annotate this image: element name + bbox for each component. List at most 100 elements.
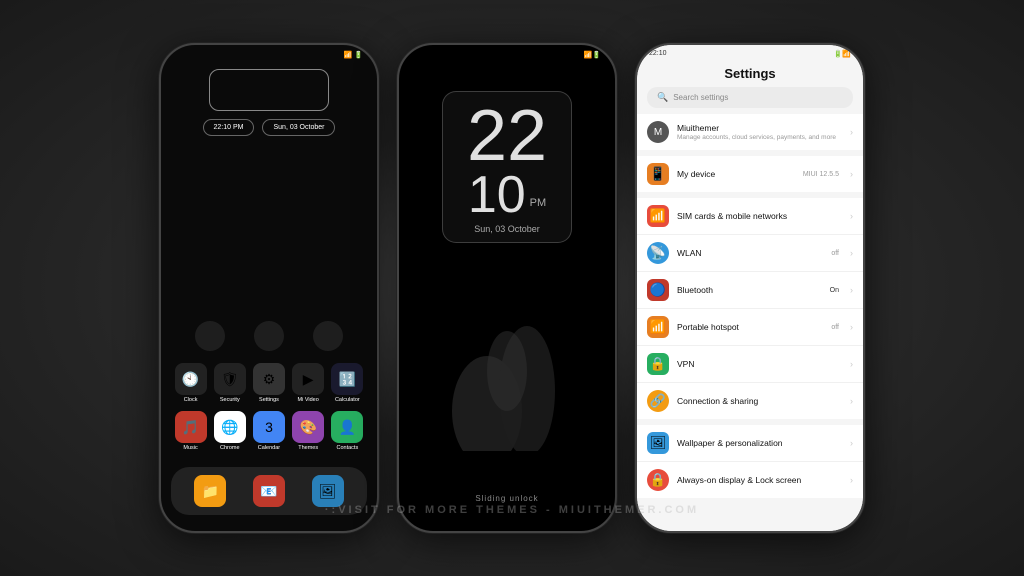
app-music[interactable]: 🎵 Music bbox=[173, 411, 209, 451]
avatar-miuithemer: M bbox=[647, 121, 669, 143]
status-icons: 📶🔋 bbox=[344, 51, 363, 59]
settings-list: M Miuithemer Manage accounts, cloud serv… bbox=[637, 114, 863, 531]
calendar-icon: 3 bbox=[253, 411, 285, 443]
phone-settings: 22:10 🔋📶 Settings 🔍 Search settings M Mi… bbox=[635, 43, 865, 533]
lock-unlock-label: Sliding unlock bbox=[475, 494, 538, 503]
mydevice-title: My device bbox=[677, 169, 795, 179]
widget-time: 22:10 PM bbox=[203, 119, 255, 136]
settings-item-bluetooth[interactable]: 🔵 Bluetooth On › bbox=[637, 272, 863, 309]
alwayson-icon: 🔒 bbox=[647, 469, 669, 491]
app-grid: 🕙 Clock 🛡 Security ⚙ Settings ▶ Mi Video bbox=[161, 363, 377, 451]
app-themes[interactable]: 🎨 Themes bbox=[290, 411, 326, 451]
chevron-hotspot: › bbox=[850, 322, 853, 332]
wlan-icon: 📡 bbox=[647, 242, 669, 264]
app-themes-label: Themes bbox=[298, 445, 318, 451]
alwayson-text: Always-on display & Lock screen bbox=[677, 475, 853, 485]
clock-date: Sun, 03 October bbox=[474, 225, 540, 234]
sim-text: SIM cards & mobile networks bbox=[677, 211, 853, 221]
deco-circle-2 bbox=[254, 321, 284, 351]
app-clock-label: Clock bbox=[184, 397, 198, 403]
lock-clock: 22 10 PM Sun, 03 October bbox=[442, 91, 572, 243]
dock-app-2[interactable]: 📧 bbox=[251, 475, 287, 507]
dock-icon-1: 📁 bbox=[194, 475, 226, 507]
phone-lockscreen: 📶🔋 22 10 PM Sun, 03 October bbox=[397, 43, 617, 533]
status-bar-home: 📶🔋 bbox=[161, 45, 377, 61]
settings-item-alwayson[interactable]: 🔒 Always-on display & Lock screen › bbox=[637, 462, 863, 498]
wallpaper-title: Wallpaper & personalization bbox=[677, 438, 853, 448]
clock-min-row: 10 PM bbox=[468, 169, 546, 221]
chevron-wlan: › bbox=[850, 248, 853, 258]
wallpaper-icon: 🖼 bbox=[647, 432, 669, 454]
chevron-vpn: › bbox=[850, 359, 853, 369]
deco-circle-3 bbox=[313, 321, 343, 351]
app-chrome[interactable]: 🌐 Chrome bbox=[212, 411, 248, 451]
vpn-text: VPN bbox=[677, 359, 853, 369]
settings-item-connection[interactable]: 🔗 Connection & sharing › bbox=[637, 383, 863, 419]
app-chrome-label: Chrome bbox=[220, 445, 240, 451]
widget-top-box bbox=[209, 69, 329, 111]
dock-icon-2: 📧 bbox=[253, 475, 285, 507]
settings-section-personalization: 🖼 Wallpaper & personalization › 🔒 Always… bbox=[637, 425, 863, 498]
dock-app-3[interactable]: 🖼 bbox=[310, 475, 346, 507]
dock-app-1[interactable]: 📁 bbox=[192, 475, 228, 507]
app-security-label: Security bbox=[220, 397, 240, 403]
app-security[interactable]: 🛡 Security bbox=[212, 363, 248, 403]
watermark-text: ·:VISIT FOR MORE THEMES - MIUITHEMER.COM bbox=[325, 504, 699, 516]
dock-icon-3: 🖼 bbox=[312, 475, 344, 507]
settings-item-sim[interactable]: 📶 SIM cards & mobile networks › bbox=[637, 198, 863, 235]
settings-section-device: 📱 My device MIUI 12.5.5 › bbox=[637, 156, 863, 192]
sim-icon: 📶 bbox=[647, 205, 669, 227]
sim-title: SIM cards & mobile networks bbox=[677, 211, 853, 221]
mydevice-badge: MIUI 12.5.5 bbox=[803, 171, 839, 178]
connection-text: Connection & sharing bbox=[677, 396, 853, 406]
mydevice-text: My device bbox=[677, 169, 795, 179]
settings-item-mydevice[interactable]: 📱 My device MIUI 12.5.5 › bbox=[637, 156, 863, 192]
connection-title: Connection & sharing bbox=[677, 396, 853, 406]
settings-item-wlan[interactable]: 📡 WLAN off › bbox=[637, 235, 863, 272]
app-calculator[interactable]: 🔢 Calculator bbox=[329, 363, 365, 403]
settings-section-connectivity: 📶 SIM cards & mobile networks › 📡 WLAN o… bbox=[637, 198, 863, 419]
settings-icon: ⚙ bbox=[253, 363, 285, 395]
music-icon: 🎵 bbox=[175, 411, 207, 443]
app-clock[interactable]: 🕙 Clock bbox=[173, 363, 209, 403]
app-settings[interactable]: ⚙ Settings bbox=[251, 363, 287, 403]
wlan-badge: off bbox=[831, 250, 839, 257]
search-placeholder: Search settings bbox=[673, 93, 728, 102]
settings-search-bar[interactable]: 🔍 Search settings bbox=[647, 87, 853, 108]
app-music-label: Music bbox=[183, 445, 197, 451]
settings-item-wallpaper[interactable]: 🖼 Wallpaper & personalization › bbox=[637, 425, 863, 462]
security-icon: 🛡 bbox=[214, 363, 246, 395]
hotspot-title: Portable hotspot bbox=[677, 322, 823, 332]
widget-time-row: 22:10 PM Sun, 03 October bbox=[203, 119, 336, 136]
themes-icon: 🎨 bbox=[292, 411, 324, 443]
deco-circle-1 bbox=[195, 321, 225, 351]
app-calculator-label: Calculator bbox=[335, 397, 360, 403]
vpn-icon: 🔒 bbox=[647, 353, 669, 375]
settings-item-hotspot[interactable]: 📶 Portable hotspot off › bbox=[637, 309, 863, 346]
app-settings-label: Settings bbox=[259, 397, 279, 403]
app-mivideo-label: Mi Video bbox=[298, 397, 319, 403]
deco-circles bbox=[161, 321, 377, 351]
status-bar-lock: 📶🔋 bbox=[399, 45, 615, 61]
clock-minute: 10 bbox=[468, 169, 526, 221]
miuithemer-text: Miuithemer Manage accounts, cloud servic… bbox=[677, 123, 853, 141]
connection-icon: 🔗 bbox=[647, 390, 669, 412]
app-mivideo[interactable]: ▶ Mi Video bbox=[290, 363, 326, 403]
settings-item-vpn[interactable]: 🔒 VPN › bbox=[637, 346, 863, 383]
bluetooth-icon: 🔵 bbox=[647, 279, 669, 301]
search-icon: 🔍 bbox=[657, 92, 668, 103]
settings-item-miuithemer[interactable]: M Miuithemer Manage accounts, cloud serv… bbox=[637, 114, 863, 150]
lock-status-icons: 📶🔋 bbox=[584, 51, 601, 59]
app-contacts-label: Contacts bbox=[336, 445, 358, 451]
app-contacts[interactable]: 👤 Contacts bbox=[329, 411, 365, 451]
app-calendar[interactable]: 3 Calendar bbox=[251, 411, 287, 451]
settings-status-bar: 22:10 🔋📶 bbox=[637, 45, 863, 60]
settings-time: 22:10 bbox=[649, 50, 667, 58]
clock-icon: 🕙 bbox=[175, 363, 207, 395]
alwayson-title: Always-on display & Lock screen bbox=[677, 475, 853, 485]
wlan-text: WLAN bbox=[677, 248, 823, 258]
home-widgets: 22:10 PM Sun, 03 October bbox=[161, 61, 377, 144]
calculator-icon: 🔢 bbox=[331, 363, 363, 395]
app-row-2: 🎵 Music 🌐 Chrome 3 Calendar 🎨 Themes bbox=[171, 411, 367, 451]
clock-ampm: PM bbox=[530, 198, 547, 209]
